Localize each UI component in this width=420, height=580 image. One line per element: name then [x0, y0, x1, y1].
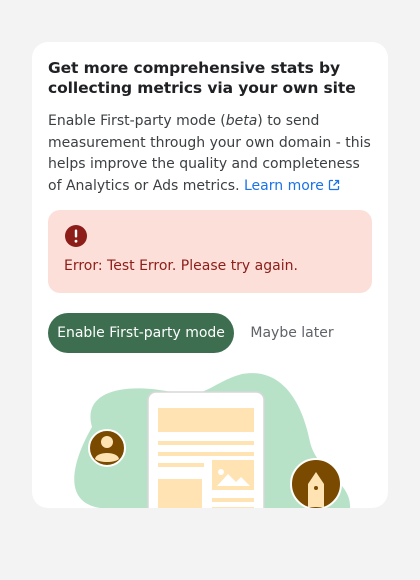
error-circle-icon	[65, 225, 87, 247]
external-link-icon	[328, 179, 339, 190]
description-text-start: Enable First-party mode (	[48, 113, 226, 129]
learn-more-label: Learn more	[243, 177, 324, 194]
first-party-mode-card: Get more comprehensive stats by collecti…	[32, 42, 388, 508]
learn-more-link[interactable]: Learn more	[244, 178, 340, 194]
card-description: Enable First-party mode (beta) to send m…	[48, 111, 372, 197]
first-party-mode-illustration	[74, 373, 351, 508]
beta-label: beta	[225, 113, 258, 129]
error-notice: Error: Test Error. Please try again.	[48, 210, 372, 293]
home-badge-icon	[290, 458, 342, 508]
user-avatar-icon	[88, 429, 126, 467]
error-message: Error: Test Error. Please try again.	[64, 258, 298, 274]
enable-first-party-mode-button[interactable]: Enable First-party mode	[48, 313, 234, 353]
maybe-later-button[interactable]: Maybe later	[242, 313, 342, 353]
card-title: Get more comprehensive stats by collecti…	[48, 59, 356, 97]
